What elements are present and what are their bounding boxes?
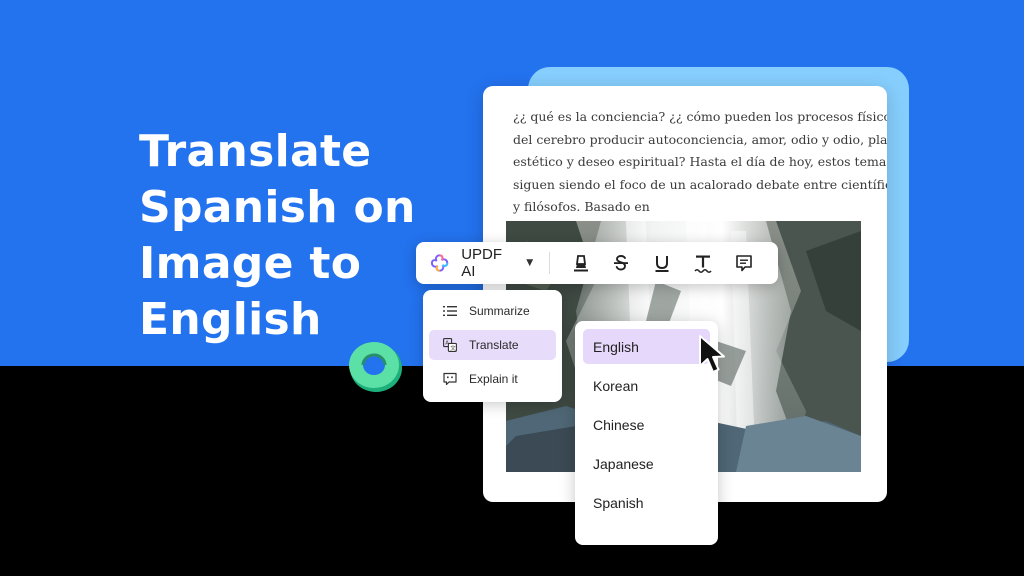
headline-line: Translate [139, 126, 372, 177]
document-line: del cerebro producir autoconciencia, amo… [513, 131, 887, 147]
caret-down-icon: ▼ [526, 258, 534, 268]
annotation-toolbar: UPDF AI ▼ [416, 242, 778, 284]
squiggly-text-icon [694, 255, 712, 273]
decorative-ring-icon [349, 342, 402, 392]
underline-button[interactable] [642, 248, 683, 278]
language-option-chinese[interactable]: Chinese [583, 407, 710, 442]
document-line: ¿¿ qué es la conciencia? ¿¿ cómo pueden … [513, 109, 887, 124]
mouse-pointer-icon [699, 335, 725, 373]
list-icon [443, 306, 457, 316]
svg-text:A: A [445, 341, 449, 347]
toolbar-divider [549, 252, 551, 274]
language-option-korean[interactable]: Korean [583, 368, 710, 403]
menu-item-label: Translate [469, 338, 519, 352]
highlight-button[interactable] [560, 248, 601, 278]
menu-item-summarize[interactable]: Summarize [429, 296, 556, 326]
language-option-japanese[interactable]: Japanese [583, 446, 710, 481]
headline-line: English [139, 294, 322, 345]
strikethrough-icon [614, 255, 629, 271]
underline-icon [655, 256, 669, 272]
highlight-icon [573, 255, 588, 272]
document-line: y filósofos. Basado en [513, 199, 650, 214]
comment-icon [735, 255, 752, 272]
headline-line: Spanish on [139, 182, 416, 233]
language-option-english[interactable]: English [583, 329, 710, 364]
strikethrough-button[interactable] [601, 248, 642, 278]
menu-item-translate[interactable]: A 文 Translate [429, 330, 556, 360]
comment-button[interactable] [723, 248, 764, 278]
updf-ai-dropdown[interactable]: UPDF AI ▼ [430, 246, 533, 280]
menu-item-explain[interactable]: Explain it [429, 364, 556, 394]
svg-text:文: 文 [450, 344, 456, 352]
squiggly-text-button[interactable] [682, 248, 723, 278]
translate-icon: A 文 [443, 338, 457, 352]
document-line: siguen siendo el foco de un acalorado de… [513, 176, 887, 192]
updf-ai-logo-icon [430, 254, 449, 272]
headline: Translate Spanish on Image to English [139, 124, 469, 348]
menu-item-label: Summarize [469, 304, 530, 318]
ai-actions-menu: Summarize A 文 Translate Explain it [423, 290, 562, 402]
document-line: estético y deseo espiritual? Hasta el dí… [513, 154, 887, 169]
chat-bubble-icon [443, 372, 457, 386]
language-option-spanish[interactable]: Spanish [583, 485, 710, 520]
updf-ai-label: UPDF AI [461, 246, 503, 280]
menu-item-label: Explain it [469, 372, 518, 386]
document-text: ¿¿ qué es la conciencia? ¿¿ cómo pueden … [513, 106, 887, 219]
